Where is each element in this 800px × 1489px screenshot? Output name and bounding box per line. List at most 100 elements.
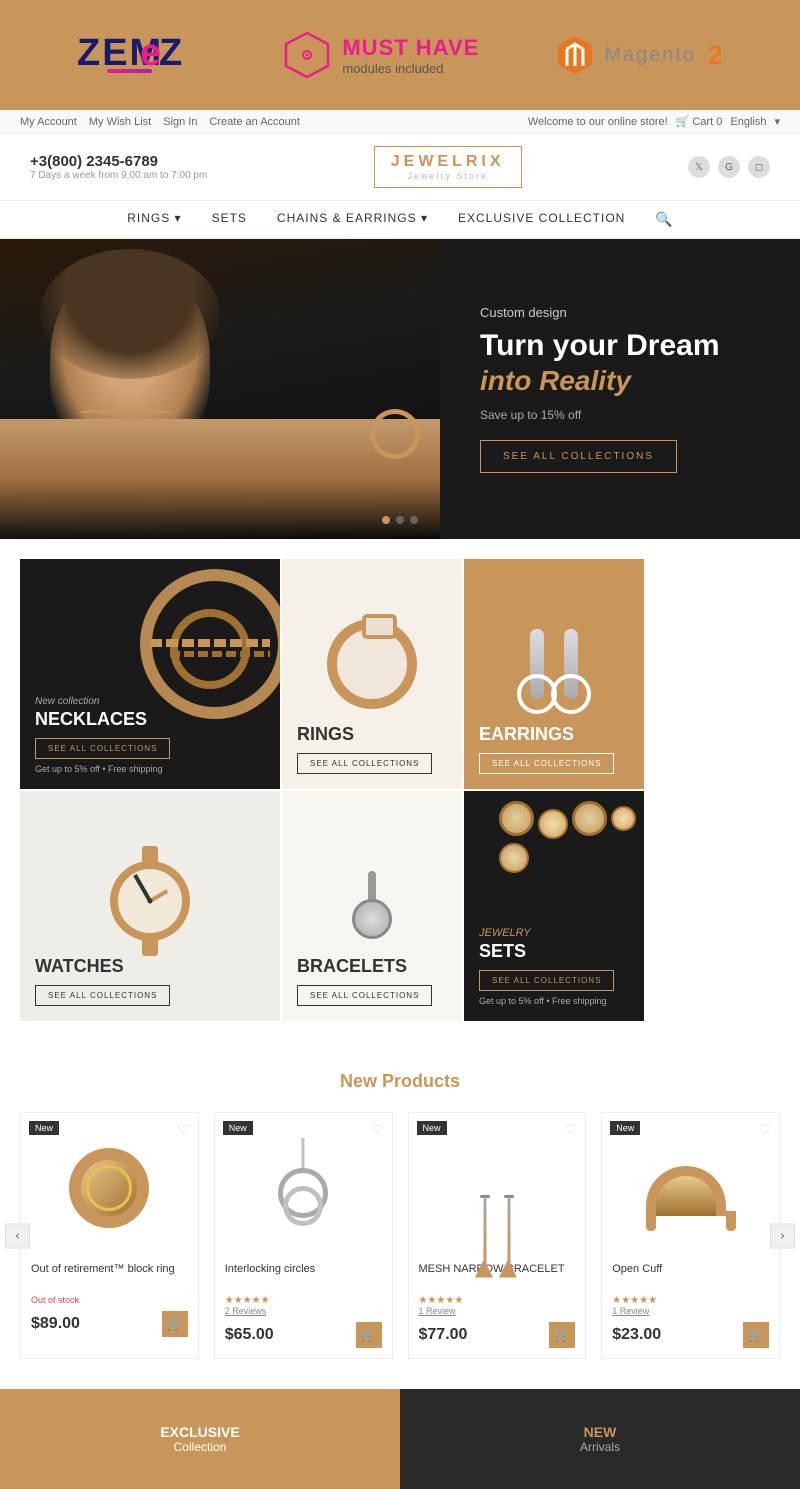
earrings-overlay: Earrings SEE ALL COLLECTIONS [464, 709, 644, 789]
category-jewelry-sets[interactable]: JEWELRY SETS SEE ALL COLLECTIONS Get up … [464, 791, 644, 1021]
section-title-accent: Products [382, 1071, 460, 1091]
nav-exclusive[interactable]: EXCLUSIVE COLLECTION [458, 211, 625, 228]
header-social: 𝕏 G ◻ [688, 156, 770, 178]
must-have-icon [282, 30, 332, 80]
zemes-logo: ZEM Z e [77, 29, 207, 82]
product-stars-4: ★★★★★ [612, 1295, 769, 1306]
jewelry-sets-overlay: JEWELRY SETS SEE ALL COLLECTIONS Get up … [464, 912, 644, 1021]
jewelry-sets-cta[interactable]: SEE ALL COLLECTIONS [479, 970, 614, 991]
header-phone: +3(800) 2345-6789 7 Days a week from 9:0… [30, 153, 207, 181]
search-icon[interactable]: 🔍 [655, 211, 672, 228]
hero-subtitle: Custom design [480, 305, 760, 320]
product-price-1: $89.00 [31, 1315, 80, 1333]
product-price-2: $65.00 [225, 1326, 274, 1344]
section-title-normal: New [340, 1071, 377, 1091]
modules-label: modules included [342, 61, 479, 76]
rings-cta[interactable]: SEE ALL COLLECTIONS [297, 753, 432, 774]
wishlist-icon-2[interactable]: ♡ [371, 1121, 384, 1138]
product-image-4 [612, 1123, 769, 1253]
jewelry-sets-label: JEWELRY [479, 927, 629, 939]
necklaces-cta[interactable]: SEE ALL COLLECTIONS [35, 738, 170, 759]
carousel-prev-button[interactable]: ‹ [5, 1223, 30, 1248]
magento-icon [554, 34, 596, 76]
product-price-4: $23.00 [612, 1326, 661, 1344]
bracelets-cta[interactable]: SEE ALL COLLECTIONS [297, 985, 432, 1006]
product-stars-2: ★★★★★ [225, 1295, 382, 1306]
product-badge-4: New [610, 1121, 640, 1135]
necklaces-title: NECKLACES [35, 709, 265, 730]
earrings-title: Earrings [479, 724, 629, 745]
product-reviews-4[interactable]: 1 Review [612, 1306, 769, 1316]
product-price-row-3: $77.00 🛒 [419, 1322, 576, 1348]
hero-model-image [0, 239, 440, 539]
product-card-1: New ♡ Out of retirement™ block ring Out … [20, 1112, 199, 1359]
nav-chains-earrings[interactable]: CHAINS & EARRINGS ▾ [277, 211, 428, 228]
language-selector[interactable]: English [730, 116, 766, 128]
jewelry-sets-discount: Get up to 5% off • Free shipping [479, 996, 629, 1006]
product-stock-1: Out of stock [31, 1295, 188, 1305]
hero-cta-button[interactable]: SEE ALL COLLECTIONS [480, 440, 677, 473]
top-nav: My Account My Wish List Sign In Create a… [0, 110, 800, 134]
add-to-cart-3[interactable]: 🛒 [549, 1322, 575, 1348]
must-have-badge: MUST HAVE modules included [282, 30, 479, 80]
nav-sets[interactable]: SETS [212, 211, 247, 228]
google-icon[interactable]: G [718, 156, 740, 178]
wishlist-icon-1[interactable]: ♡ [177, 1121, 190, 1138]
instagram-icon[interactable]: ◻ [748, 156, 770, 178]
earrings-cta[interactable]: SEE ALL COLLECTIONS [479, 753, 614, 774]
product-reviews-2[interactable]: 2 Reviews [225, 1306, 382, 1316]
carousel-next-button[interactable]: › [770, 1223, 795, 1248]
top-nav-left: My Account My Wish List Sign In Create a… [20, 116, 300, 128]
watches-cta[interactable]: SEE ALL COLLECTIONS [35, 985, 170, 1006]
category-earrings[interactable]: Earrings SEE ALL COLLECTIONS [464, 559, 644, 789]
wishlist-icon-3[interactable]: ♡ [565, 1121, 578, 1138]
category-watches[interactable]: Watches SEE ALL COLLECTIONS [20, 791, 280, 1021]
slide-dot-2[interactable] [396, 516, 404, 524]
header: +3(800) 2345-6789 7 Days a week from 9:0… [0, 134, 800, 200]
my-wishlist-link[interactable]: My Wish List [89, 116, 151, 128]
hero-title: Turn your Dream into Reality [480, 328, 760, 398]
magento-version: 2 [708, 40, 722, 71]
site-wrapper: My Account My Wish List Sign In Create a… [0, 110, 800, 1489]
rings-overlay: Rings SEE ALL COLLECTIONS [282, 709, 462, 789]
add-to-cart-1[interactable]: 🛒 [162, 1311, 188, 1337]
bottom-promo-strip: EXCLUSIVE Collection NEW Arrivals [0, 1389, 800, 1489]
sign-in-link[interactable]: Sign In [163, 116, 197, 128]
product-price-row-4: $23.00 🛒 [612, 1322, 769, 1348]
promo-right-subtitle: Arrivals [580, 1440, 620, 1454]
wishlist-icon-4[interactable]: ♡ [758, 1121, 771, 1138]
logo[interactable]: JEWELRIX Jewelry Store [374, 146, 522, 188]
twitter-icon[interactable]: 𝕏 [688, 156, 710, 178]
bottom-promo-right: NEW Arrivals [400, 1389, 800, 1489]
product-price-row-2: $65.00 🛒 [225, 1322, 382, 1348]
category-necklaces[interactable]: New collection NECKLACES SEE ALL COLLECT… [20, 559, 280, 789]
product-name-3: MESH NARROW BRACELET [419, 1263, 576, 1291]
slide-dot-3[interactable] [410, 516, 418, 524]
phone-hours: 7 Days a week from 9:00 am to 7:00 pm [30, 170, 207, 181]
bracelets-overlay: Bracelets SEE ALL COLLECTIONS [282, 941, 462, 1021]
category-rings[interactable]: Rings SEE ALL COLLECTIONS [282, 559, 462, 789]
product-name-1: Out of retirement™ block ring [31, 1263, 188, 1291]
add-to-cart-2[interactable]: 🛒 [356, 1322, 382, 1348]
create-account-link[interactable]: Create an Account [209, 116, 300, 128]
slide-dot-1[interactable] [382, 516, 390, 524]
cart-link[interactable]: 🛒 Cart 0 [676, 115, 723, 128]
product-image-2 [225, 1123, 382, 1253]
product-name-4: Open Cuff [612, 1263, 769, 1291]
necklaces-collection-label: New collection [35, 696, 265, 707]
promo-left-subtitle: Collection [160, 1440, 239, 1454]
bracelets-title: Bracelets [297, 956, 447, 977]
category-bracelets[interactable]: Bracelets SEE ALL COLLECTIONS [282, 791, 462, 1021]
product-badge-1: New [29, 1121, 59, 1135]
product-badge-3: New [417, 1121, 447, 1135]
add-to-cart-4[interactable]: 🛒 [743, 1322, 769, 1348]
necklaces-overlay: New collection NECKLACES SEE ALL COLLECT… [20, 681, 280, 789]
logo-sub: Jewelry Store [391, 171, 505, 181]
nav-rings[interactable]: RINGS ▾ [127, 211, 181, 228]
slider-dots [382, 516, 418, 524]
svg-text:e: e [140, 32, 163, 74]
product-reviews-3[interactable]: 1 Review [419, 1306, 576, 1316]
product-price-3: $77.00 [419, 1326, 468, 1344]
my-account-link[interactable]: My Account [20, 116, 77, 128]
product-card-3: New ♡ MESH NARROW BRA [408, 1112, 587, 1359]
